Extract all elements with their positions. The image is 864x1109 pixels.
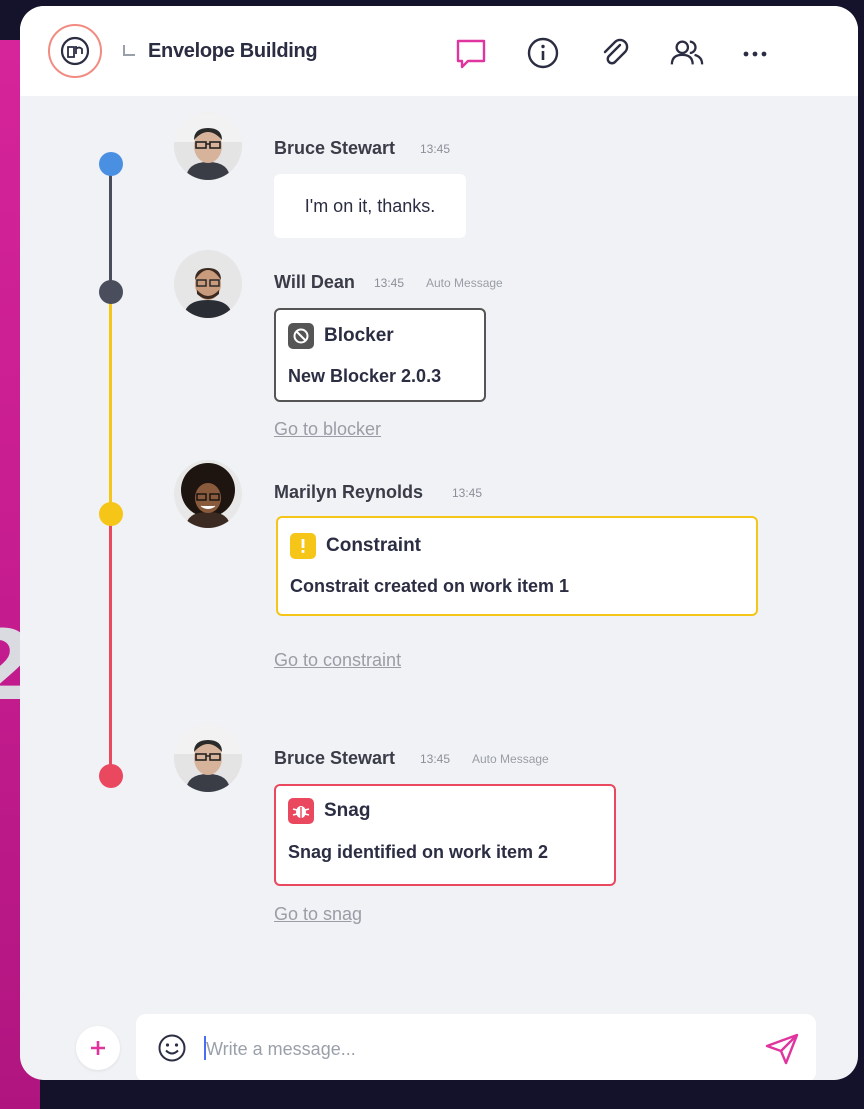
members-button[interactable] xyxy=(670,36,704,70)
message-time: 13:45 xyxy=(374,276,405,290)
more-options-button[interactable] xyxy=(738,36,772,70)
card-body: Constrait created on work item 1 xyxy=(290,576,570,596)
go-to-blocker-link[interactable]: Go to blocker xyxy=(274,419,381,440)
attachments-button[interactable] xyxy=(598,36,632,70)
info-icon xyxy=(527,37,559,69)
message-composer xyxy=(136,1014,816,1080)
message-time: 13:45 xyxy=(452,486,483,500)
workspace-logo[interactable] xyxy=(48,24,102,78)
message-bubble: I'm on it, thanks. xyxy=(274,174,466,238)
message-time: 13:45 xyxy=(420,142,451,156)
info-button[interactable] xyxy=(526,36,560,70)
timeline-segment xyxy=(109,514,112,776)
timeline-segment xyxy=(109,292,112,514)
more-icon xyxy=(743,51,767,57)
timeline-segment xyxy=(109,164,112,292)
chat-button[interactable] xyxy=(454,36,488,70)
auto-message-tag: Auto Message xyxy=(426,276,503,290)
paperclip-icon xyxy=(603,38,629,65)
timeline-dot xyxy=(99,152,123,176)
emoji-button[interactable] xyxy=(156,1032,188,1064)
avatar[interactable] xyxy=(174,112,242,180)
chat-header: Envelope Building xyxy=(20,6,858,96)
avatar-image xyxy=(174,250,242,318)
emoji-icon xyxy=(158,1034,186,1062)
message-author: Bruce Stewart xyxy=(274,748,396,768)
card-body: New Blocker 2.0.3 xyxy=(288,366,442,386)
blocker-card[interactable]: Blocker New Blocker 2.0.3 xyxy=(274,308,486,402)
timeline-dot xyxy=(99,764,123,788)
card-title: Blocker xyxy=(324,325,394,346)
avatar[interactable] xyxy=(174,460,242,528)
warning-icon xyxy=(290,533,316,559)
avatar-image xyxy=(174,112,242,180)
chat-icon xyxy=(456,39,486,69)
send-icon xyxy=(765,1033,799,1065)
go-to-snag-link[interactable]: Go to snag xyxy=(274,904,362,925)
snag-card[interactable]: Snag Snag identified on work item 2 xyxy=(274,784,616,886)
card-title: Constraint xyxy=(326,535,421,556)
chat-panel: Envelope Building Bruce Stewart 13:45 I'… xyxy=(20,6,858,1080)
auto-message-tag: Auto Message xyxy=(472,752,549,766)
message-author: Marilyn Reynolds xyxy=(274,482,424,502)
plus-icon xyxy=(91,1041,105,1055)
add-attachment-button[interactable] xyxy=(76,1026,120,1070)
avatar[interactable] xyxy=(174,250,242,318)
bug-icon xyxy=(288,798,314,824)
avatar-image xyxy=(174,460,242,528)
message-time: 13:45 xyxy=(420,752,451,766)
blocker-icon xyxy=(288,323,314,349)
subfolder-icon xyxy=(123,45,135,56)
send-button[interactable] xyxy=(764,1032,800,1066)
page-title: Envelope Building xyxy=(148,40,318,62)
card-body: Snag identified on work item 2 xyxy=(288,842,549,862)
avatar-image xyxy=(174,724,242,792)
card-title: Snag xyxy=(324,800,371,821)
avatar[interactable] xyxy=(174,724,242,792)
message-text: I'm on it, thanks. xyxy=(304,195,436,216)
people-icon xyxy=(670,40,704,65)
go-to-constraint-link[interactable]: Go to constraint xyxy=(274,650,401,671)
timeline-dot xyxy=(99,280,123,304)
constraint-card[interactable]: Constraint Constrait created on work ite… xyxy=(276,516,758,616)
message-author: Will Dean xyxy=(274,272,355,292)
logo-icon xyxy=(60,36,90,66)
message-author: Bruce Stewart xyxy=(274,138,396,158)
timeline-dot xyxy=(99,502,123,526)
message-input[interactable] xyxy=(204,1030,728,1068)
